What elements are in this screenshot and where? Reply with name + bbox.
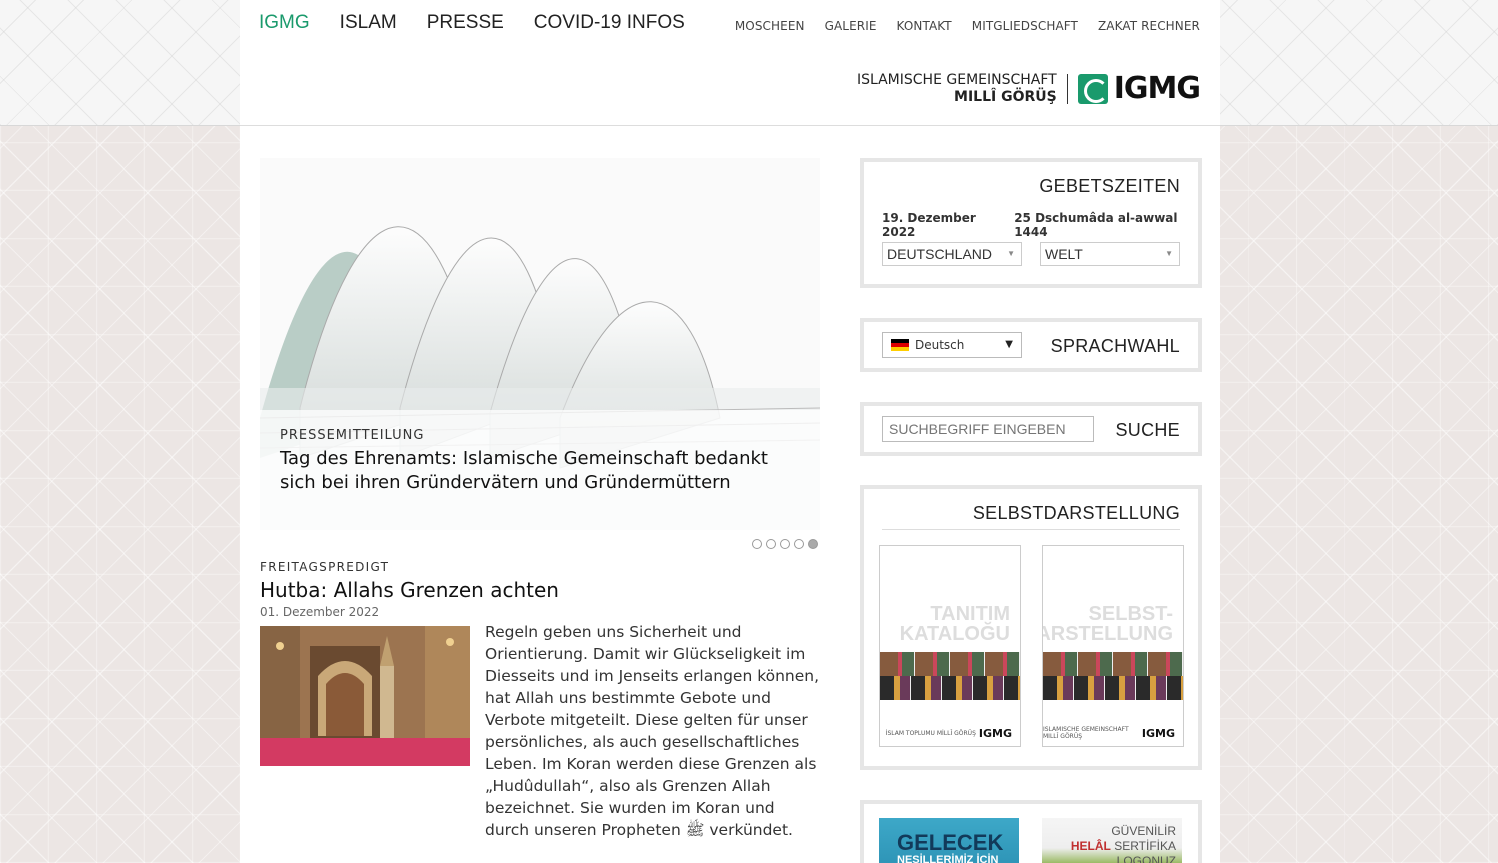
brochure-footer: ISLAMISCHE GEMEINSCHAFT MILLÎ GÖRÜŞ IGMG — [1043, 726, 1175, 740]
brochure-tanitim-katalogu[interactable]: TANITIM KATALOĞU İSLAM TOPLUMU MİLLÎ GÖR… — [879, 545, 1021, 747]
self-presentation-widget: SELBSTDARSTELLUNG TANITIM KATALOĞU İSLAM… — [860, 485, 1202, 770]
igmg-emblem-icon — [1077, 74, 1108, 104]
search-input[interactable] — [882, 416, 1094, 442]
country-select[interactable]: DEUTSCHLAND ▼ — [882, 242, 1022, 266]
slider-pagination — [752, 539, 818, 549]
nav-igmg[interactable]: IGMG — [259, 12, 310, 34]
page-container: IGMG ISLAM PRESSE COVID-19 INFOS MOSCHEE… — [240, 0, 1220, 863]
slider-caption[interactable]: PRESSEMITTEILUNG Tag des Ehrenamts: Isla… — [260, 410, 820, 530]
main-nav: IGMG ISLAM PRESSE COVID-19 INFOS — [259, 12, 685, 34]
nav-presse[interactable]: PRESSE — [427, 12, 504, 34]
prayer-times-widget: GEBETSZEITEN 19. Dezember 2022 25 Dschum… — [860, 158, 1202, 288]
region-select-value: WELT — [1045, 246, 1083, 262]
subnav-kontakt[interactable]: KONTAKT — [897, 19, 952, 33]
article-title[interactable]: Hutba: Allahs Grenzen achten — [260, 578, 559, 602]
search-button[interactable]: SUCHE — [1115, 420, 1180, 441]
title-divider — [882, 529, 1180, 530]
brochure-footer: İSLAM TOPLUMU MİLLÎ GÖRÜŞ IGMG — [886, 727, 1012, 740]
slider-dot-5-active[interactable] — [808, 539, 818, 549]
secondary-nav: MOSCHEEN GALERIE KONTAKT MITGLIEDSCHAFT … — [735, 19, 1200, 33]
subnav-zakat-rechner[interactable]: ZAKAT RECHNER — [1098, 19, 1200, 33]
prayer-times-title: GEBETSZEITEN — [1039, 176, 1180, 196]
brochure-footer-text: İSLAM TOPLUMU MİLLÎ GÖRÜŞ — [885, 730, 976, 737]
helal-word: HELÂL — [1070, 839, 1111, 853]
slider-dot-2[interactable] — [766, 539, 776, 549]
brochure-photo-grid-lower — [1043, 676, 1183, 700]
brand-line-2: MILLÎ GÖRÜŞ — [954, 89, 1057, 105]
slider-headline[interactable]: Tag des Ehrenamts: Islamische Gemeinscha… — [280, 447, 800, 495]
gelecek-banner[interactable]: GELECEK NESİLLERİMİZ İÇİN — [879, 818, 1019, 863]
slider-dot-1[interactable] — [752, 539, 762, 549]
language-select[interactable]: Deutsch ▼ — [882, 332, 1022, 358]
self-presentation-title: SELBSTDARSTELLUNG — [972, 503, 1180, 523]
nav-islam[interactable]: ISLAM — [340, 12, 397, 34]
igmg-logo-wordmark: IGMG — [1113, 71, 1201, 106]
subnav-moscheen[interactable]: MOSCHEEN — [735, 19, 805, 33]
ads-widget: GELECEK NESİLLERİMİZ İÇİN GÜVENİLİR HELÂ… — [860, 800, 1202, 863]
region-select[interactable]: WELT ▼ — [1040, 242, 1180, 266]
brochure-title-line-2: KATALOĞU — [899, 623, 1010, 645]
article-date: 01. Dezember 2022 — [260, 605, 380, 619]
brochure-footer-text: ISLAMISCHE GEMEINSCHAFT MILLÎ GÖRÜŞ — [1043, 726, 1129, 740]
brochure-footer-logo: IGMG — [1141, 726, 1175, 740]
search-widget: SUCHE — [860, 402, 1202, 456]
chevron-down-icon: ▼ — [1165, 249, 1173, 258]
article-excerpt: Regeln geben uns Sicherheit und Orientie… — [485, 623, 820, 839]
helal-banner-line-3: LOGONUZ — [1116, 854, 1176, 863]
brand-text: ISLAMISCHE GEMEINSCHAFT MILLÎ GÖRÜŞ — [857, 72, 1057, 106]
slider-dot-3[interactable] — [780, 539, 790, 549]
caret-down-icon: ▼ — [1005, 339, 1013, 350]
brochure-title-line-1: SELBST- — [1088, 603, 1173, 625]
brochure-title-line-2: DARSTELLUNG — [1043, 623, 1173, 645]
hijri-date: 25 Dschumâda al-awwal 1444 — [1014, 211, 1178, 239]
chevron-down-icon: ▼ — [1007, 249, 1015, 258]
language-widget: Deutsch ▼ SPRACHWAHL — [860, 318, 1202, 372]
gelecek-banner-subtitle: NESİLLERİMİZ İÇİN — [897, 854, 999, 863]
language-title: SPRACHWAHL — [1050, 336, 1180, 356]
brochure-footer-logo: IGMG — [978, 727, 1012, 740]
sertifika-word: SERTİFİKA — [1110, 839, 1176, 853]
igmg-logo: IGMG — [1077, 71, 1201, 106]
helal-certificate-banner[interactable]: GÜVENİLİR HELÂL SERTİFİKA LOGONUZ — [1042, 818, 1182, 863]
mosque-interior-image[interactable] — [260, 626, 470, 766]
nav-covid[interactable]: COVID-19 INFOS — [534, 12, 685, 34]
featured-slider[interactable]: PRESSEMITTEILUNG Tag des Ehrenamts: Isla… — [260, 158, 820, 530]
country-select-value: DEUTSCHLAND — [887, 246, 993, 262]
slider-category: PRESSEMITTEILUNG — [280, 428, 425, 443]
subnav-mitgliedschaft[interactable]: MITGLIEDSCHAFT — [972, 19, 1078, 33]
subnav-galerie[interactable]: GALERIE — [825, 19, 877, 33]
article-category: FREITAGSPREDIGT — [260, 560, 390, 574]
language-select-value: Deutsch — [915, 338, 965, 352]
site-header: IGMG ISLAM PRESSE COVID-19 INFOS MOSCHEE… — [240, 0, 1220, 126]
brochure-title-line-1: TANITIM — [930, 603, 1010, 625]
german-flag-icon — [891, 339, 909, 351]
brand-divider — [1066, 74, 1068, 104]
gregorian-date: 19. Dezember 2022 — [882, 211, 976, 239]
prayer-dates: 19. Dezember 2022 25 Dschumâda al-awwal … — [882, 211, 1198, 239]
brochure-selbstdarstellung[interactable]: SELBST- DARSTELLUNG ISLAMISCHE GEMEINSCH… — [1042, 545, 1184, 747]
brand-line-1: ISLAMISCHE GEMEINSCHAFT — [856, 72, 1057, 88]
slider-dot-4[interactable] — [794, 539, 804, 549]
brand-logo-link[interactable]: ISLAMISCHE GEMEINSCHAFT MILLÎ GÖRÜŞ IGMG — [857, 71, 1201, 106]
helal-banner-line-2: HELÂL SERTİFİKA — [1071, 839, 1176, 853]
gelecek-banner-title: GELECEK — [897, 830, 1004, 855]
brochure-title: TANITIM KATALOĞU — [900, 604, 1010, 644]
brochure-title: SELBST- DARSTELLUNG — [1043, 603, 1173, 645]
helal-banner-line-1: GÜVENİLİR — [1111, 824, 1176, 838]
brochure-photo-grid-lower — [880, 676, 1020, 700]
